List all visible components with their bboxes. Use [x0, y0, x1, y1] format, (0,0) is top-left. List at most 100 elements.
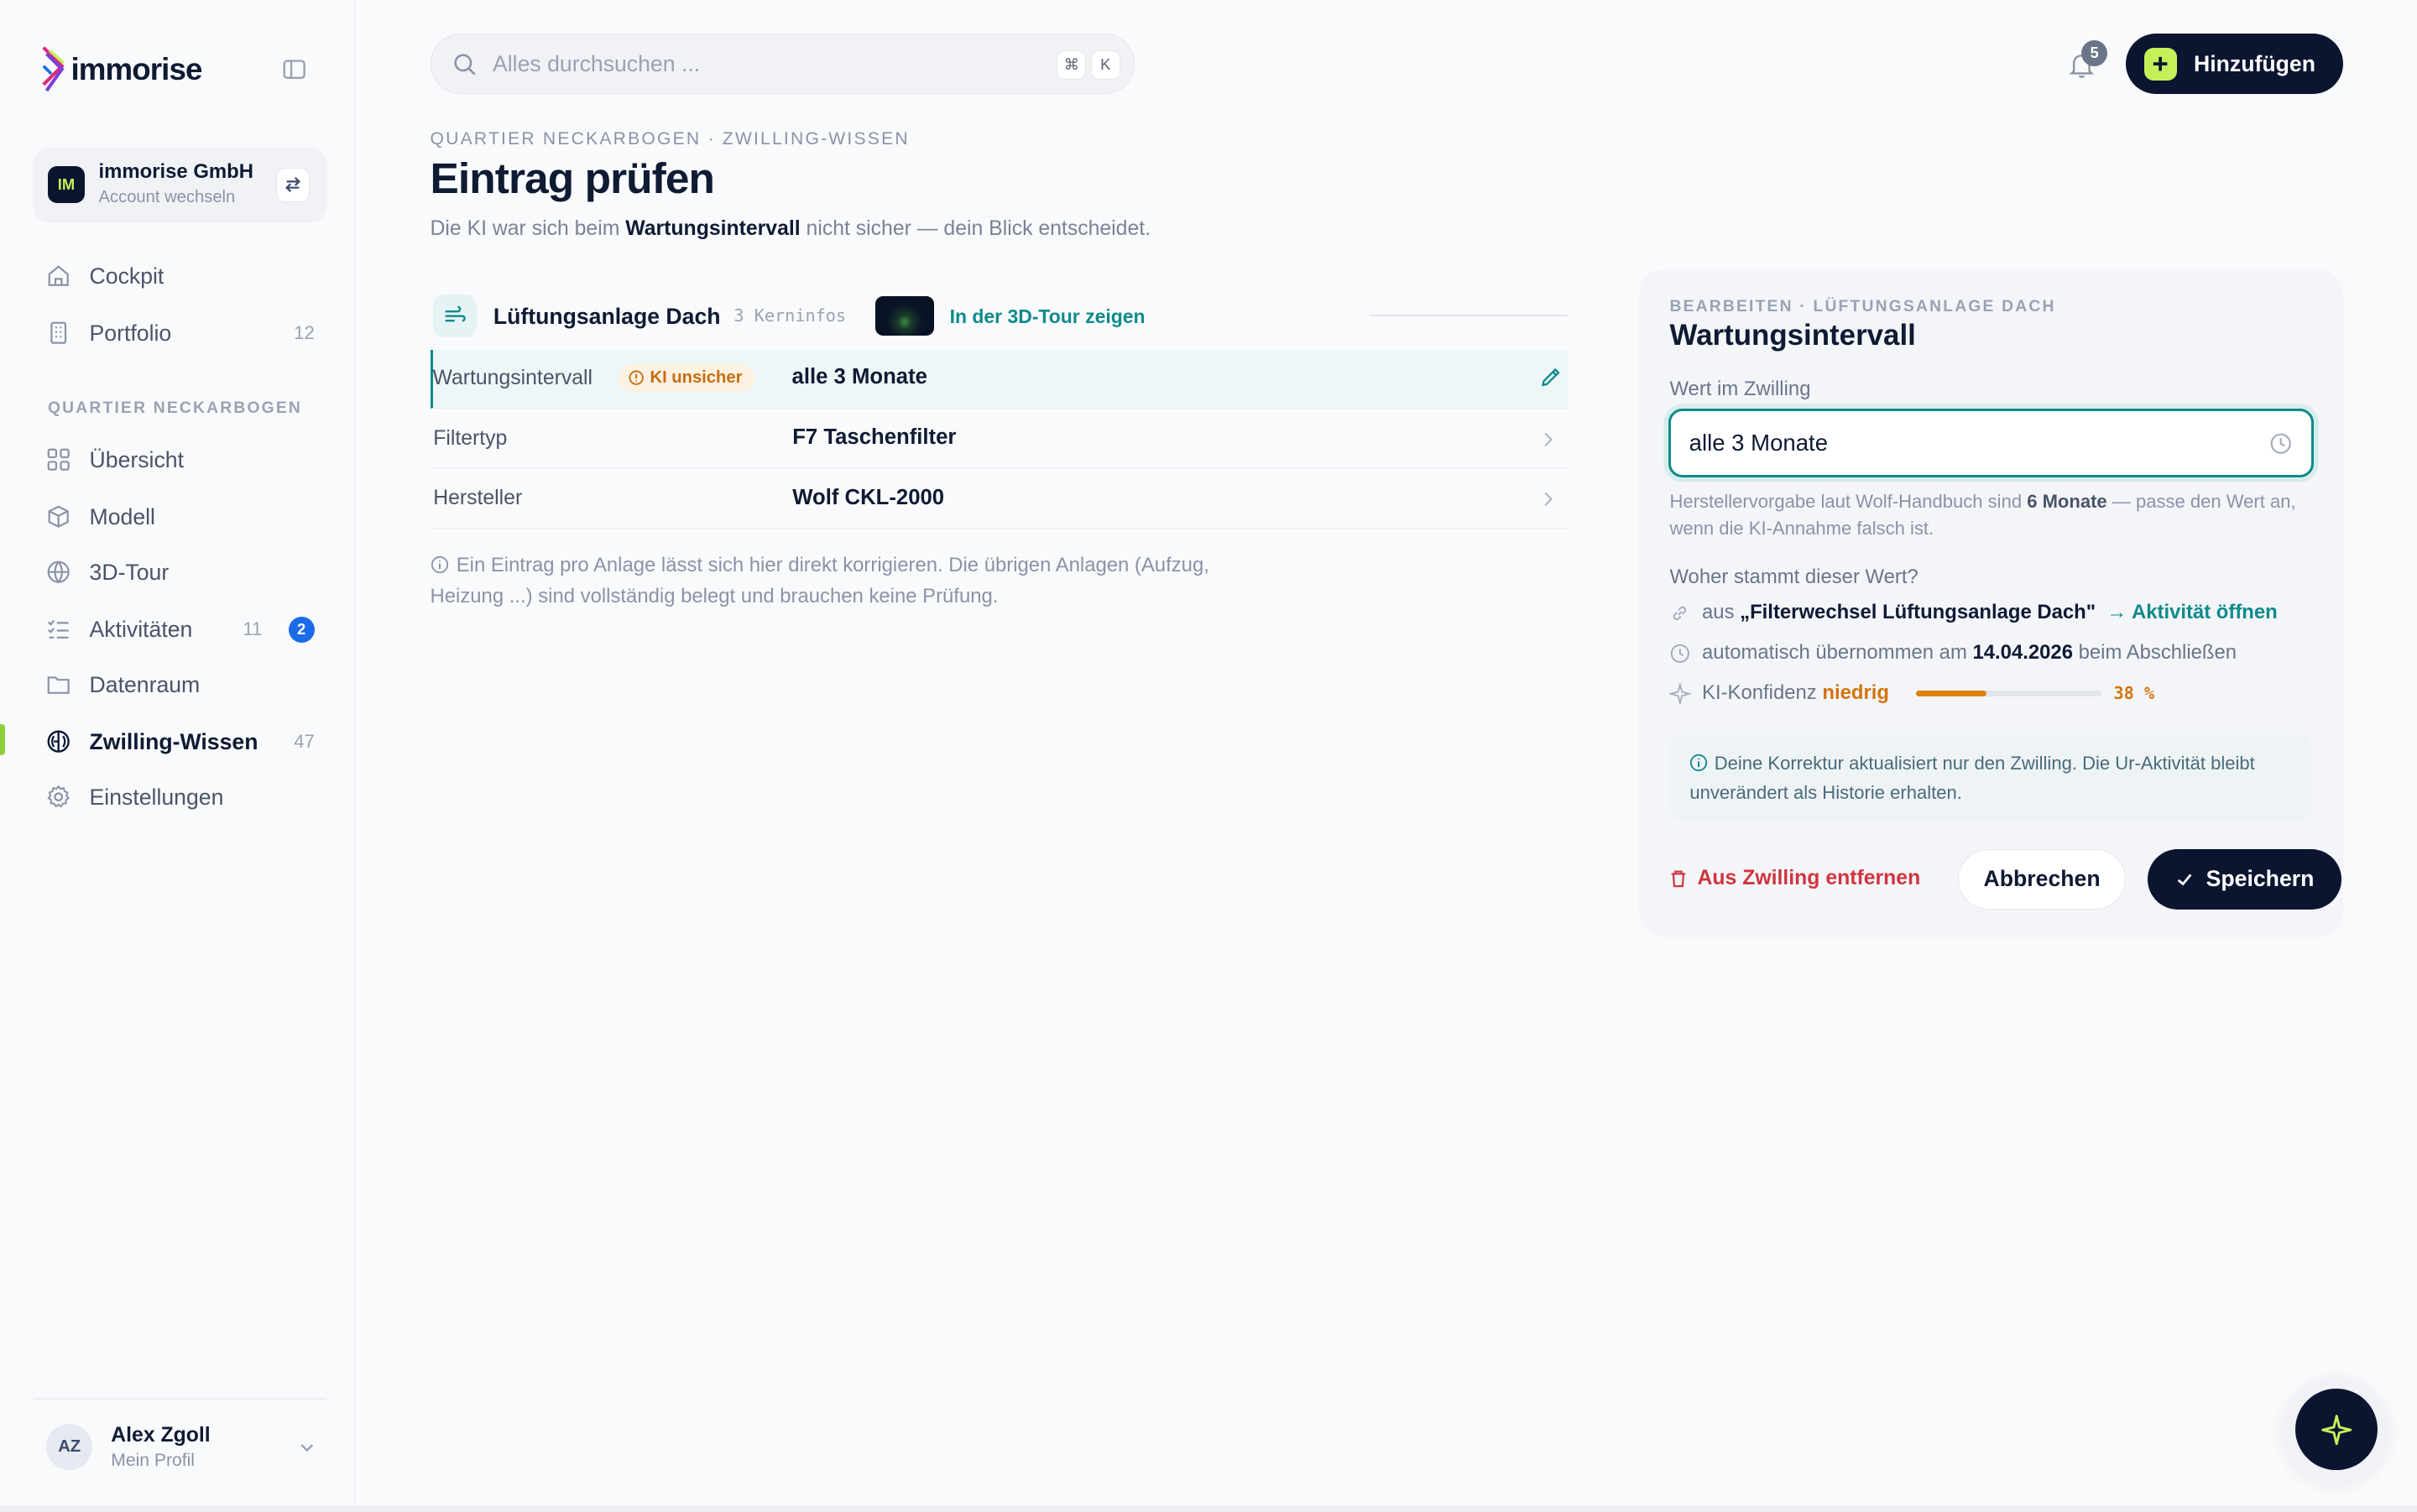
breadcrumb: QUARTIER NECKARBOGEN · ZWILLING-WISSEN [430, 129, 910, 149]
folder-icon [47, 676, 70, 694]
row-value: Wolf CKL-2000 [792, 485, 945, 509]
panel-breadcrumb: BEARBEITEN · LÜFTUNGSANLAGE DACH [1669, 297, 2056, 315]
profile-menu[interactable]: AZ Alex Zgoll Mein Profil [34, 1415, 326, 1479]
3d-tour-link[interactable]: In der 3D-Tour zeigen [950, 305, 1146, 328]
ai-assistant-button[interactable] [2295, 1389, 2378, 1471]
nav-label: Übersicht [89, 446, 184, 472]
collapse-sidebar-icon[interactable] [282, 57, 306, 81]
logo[interactable]: immorise [42, 44, 202, 94]
origin-text: beim Abschließen [2072, 641, 2237, 665]
ki-uncertain-badge: KI unsicher [619, 363, 755, 392]
link-icon [1673, 606, 1687, 621]
profile-sub: Mein Profil [111, 1450, 195, 1470]
nav-zwilling-wissen[interactable]: Zwilling-Wissen 47 [34, 718, 326, 764]
page-title: Eintrag prüfen [430, 153, 715, 202]
sparkle-icon [2320, 1414, 2352, 1445]
nav-badge: 2 [288, 616, 315, 643]
asset-header: Lüftungsanlage Dach 3 Kerninfos In der 3… [431, 293, 1569, 339]
section-label: QUARTIER NECKARBOGEN [47, 399, 303, 417]
note-text: Deine Korrektur aktualisiert nur den Zwi… [1689, 752, 2255, 803]
nav-modell[interactable]: Modell [34, 493, 326, 540]
profile-name: Alex Zgoll [111, 1424, 211, 1447]
add-button-label: Hinzufügen [2194, 50, 2315, 76]
hint-text: Herstellervorgabe laut Wolf-Handbuch sin… [1669, 491, 2028, 513]
row-label: Hersteller [433, 487, 523, 510]
page-description: Die KI war sich beim Wartungsintervall n… [431, 217, 1151, 241]
nav-3d-tour[interactable]: 3D-Tour [34, 549, 326, 595]
save-label: Speichern [2206, 866, 2315, 892]
gear-icon [47, 785, 70, 808]
confidence-percent: 38 % [2113, 682, 2155, 703]
add-button[interactable]: Hinzufügen [2126, 34, 2344, 95]
panel-title: Wartungsintervall [1669, 319, 1916, 352]
nav-label: Cockpit [89, 263, 164, 289]
history-icon[interactable] [2268, 431, 2293, 456]
save-button[interactable]: Speichern [2147, 849, 2342, 910]
switch-account-button[interactable] [275, 168, 311, 202]
nav-count: 47 [294, 730, 315, 752]
confidence-bar [1916, 690, 2101, 697]
nav-label: 3D-Tour [89, 559, 170, 585]
check-icon [2177, 873, 2192, 886]
search-input[interactable] [492, 47, 1017, 81]
edit-panel: BEARBEITEN · LÜFTUNGSANLAGE DACH Wartung… [1638, 269, 2344, 937]
sidebar: immorise IM immorise GmbH Account wechse… [0, 0, 355, 1506]
value-input[interactable] [1689, 426, 2244, 461]
nav-cockpit[interactable]: Cockpit [34, 253, 326, 299]
nav-label: Zwilling-Wissen [89, 728, 258, 754]
building-icon [50, 321, 67, 344]
logo-text: immorise [70, 51, 202, 86]
confidence-fill [1916, 690, 1987, 697]
nav-label: Modell [89, 503, 155, 529]
hint-highlight: 6 Monate [2027, 491, 2107, 513]
3d-thumbnail[interactable] [875, 295, 935, 336]
nav-datenraum[interactable]: Datenraum [34, 661, 326, 707]
row-value: alle 3 Monate [791, 365, 927, 389]
nav-label: Aktivitäten [89, 616, 193, 642]
table-row[interactable]: Hersteller Wolf CKL-2000 [430, 470, 1569, 529]
remove-label: Aus Zwilling entfernen [1697, 867, 1921, 890]
bottom-strip [0, 1505, 2417, 1512]
pencil-icon[interactable] [1538, 365, 1563, 389]
clock-icon [1671, 644, 1690, 663]
trash-icon [1671, 870, 1685, 888]
kbd-cmd: ⌘ [1057, 50, 1087, 80]
row-value: F7 Taschenfilter [792, 425, 957, 449]
account-switcher[interactable]: IM immorise GmbH Account wechseln [34, 148, 327, 222]
checklist-icon [48, 619, 69, 639]
info-note: Deine Korrektur aktualisiert nur den Zwi… [1669, 735, 2313, 822]
search-icon [454, 53, 476, 76]
origin-label: Woher stammt dieser Wert? [1669, 566, 1918, 589]
ventilation-icon [433, 294, 477, 338]
search-bar[interactable]: ⌘ K [430, 34, 1135, 95]
ki-confidence: KI-Konfidenz niedrig 38 % [1669, 678, 2317, 709]
divider [34, 1398, 327, 1400]
open-activity-link[interactable]: → Aktivität öffnen [2106, 601, 2277, 623]
nav-label: Datenraum [89, 671, 201, 697]
chevron-down-icon [300, 1444, 313, 1452]
remove-from-twin-button[interactable]: Aus Zwilling entfernen [1668, 862, 1921, 895]
avatar: AZ [46, 1424, 93, 1471]
nav-count: 11 [243, 618, 263, 639]
nav-portfolio[interactable]: Portfolio 12 [34, 310, 326, 356]
grid-icon [47, 448, 70, 471]
value-field[interactable] [1668, 408, 2315, 478]
note-text: Ein Eintrag pro Anlage lässt sich hier d… [430, 553, 1209, 607]
table-row[interactable]: Filtertyp F7 Taschenfilter [430, 410, 1569, 469]
sparkle-icon [1669, 682, 1692, 705]
home-icon [48, 265, 69, 286]
nav-aktivitaeten[interactable]: Aktivitäten 11 2 [34, 606, 326, 652]
origin-text: automatisch übernommen am [1702, 641, 1973, 665]
nav-einstellungen[interactable]: Einstellungen [34, 774, 326, 820]
origin-activity: „Filterwechsel Lüftungsanlage Dach" [1740, 601, 2096, 624]
asset-count: 3 Kerninfos [733, 305, 847, 326]
row-label: Wartungsintervall [432, 367, 593, 390]
confidence-label: KI-Konfidenz [1702, 680, 1823, 704]
nav-label: Einstellungen [89, 785, 224, 811]
table-row[interactable]: Wartungsintervall KI unsicher alle 3 Mon… [430, 349, 1569, 409]
nav-uebersicht[interactable]: Übersicht [34, 436, 326, 482]
cancel-button[interactable]: Abbrechen [1957, 849, 2127, 910]
account-avatar: IM [47, 166, 86, 204]
brain-icon [47, 730, 70, 753]
logo-mark-icon [42, 46, 65, 92]
